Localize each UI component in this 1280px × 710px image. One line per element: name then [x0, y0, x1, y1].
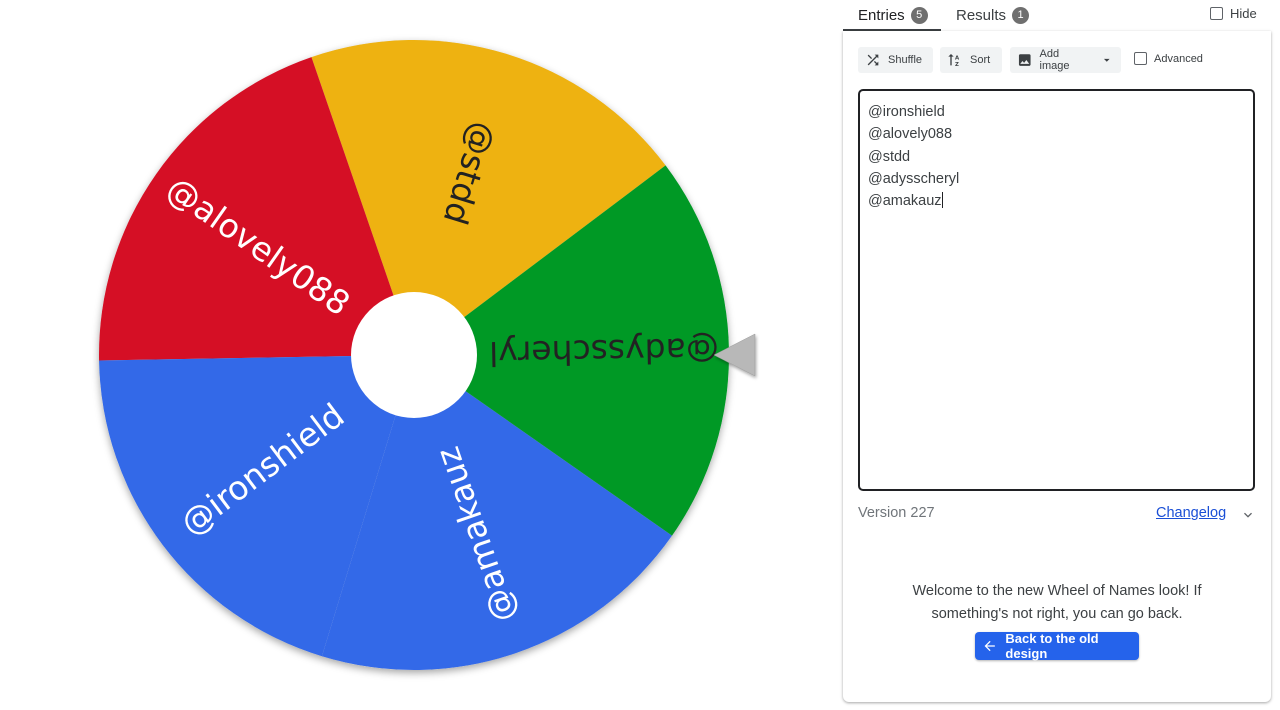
hide-checkbox[interactable]: Hide — [1210, 6, 1257, 21]
tab-results-count-badge: 1 — [1012, 6, 1030, 24]
entries-panel: Shuffle A Z Sort Add image Advanced @iro… — [843, 31, 1271, 702]
tab-entries[interactable]: Entries 5 — [858, 0, 928, 30]
shuffle-icon — [867, 54, 879, 66]
entry-line: @alovely088 — [868, 126, 953, 143]
caret-down-icon — [1104, 58, 1111, 62]
arrow-left-icon — [984, 640, 995, 652]
svg-text:Z: Z — [955, 62, 959, 68]
chevron-down-icon[interactable] — [1240, 507, 1256, 523]
sort-icon: A Z — [948, 54, 960, 68]
entries-textarea[interactable]: @ironshield @alovely088 @stdd @adysscher… — [858, 89, 1255, 491]
tab-bar: Entries 5 Results 1 — [843, 0, 1273, 32]
version-text: Version 227 — [858, 505, 935, 521]
add-image-label: Add image — [1039, 48, 1070, 72]
svg-text:A: A — [955, 55, 960, 61]
sort-label: Sort — [970, 54, 991, 66]
advanced-label: Advanced — [1154, 52, 1203, 65]
sort-button[interactable]: A Z Sort — [940, 47, 1002, 73]
entry-line: @adysscheryl — [868, 170, 960, 187]
wheel-area[interactable]: @stdd @alovely088 @ironshield @amakauz @adys… — [0, 0, 840, 710]
wheel-segment-label: @adysscheryl — [489, 330, 719, 373]
wheel-center-button[interactable] — [351, 292, 477, 418]
entry-line: @amakauz — [868, 193, 942, 210]
advanced-checkbox[interactable]: Advanced — [1134, 52, 1203, 65]
add-image-button[interactable]: Add image — [1010, 47, 1121, 73]
shuffle-label: Shuffle — [888, 54, 923, 66]
back-to-old-design-label: Back to the old design — [1005, 631, 1099, 661]
tab-entries-label: Entries — [858, 6, 905, 24]
advanced-checkbox-box[interactable] — [1134, 52, 1147, 65]
tab-results[interactable]: Results 1 — [956, 0, 1030, 30]
entry-line: @stdd — [868, 148, 911, 165]
hide-checkbox-box[interactable] — [1210, 7, 1223, 20]
wheel[interactable]: @stdd@alovely088@ironshield @amakauz@adys… — [0, 0, 840, 710]
image-icon — [1018, 54, 1031, 66]
entry-line: @ironshield — [868, 104, 945, 120]
shuffle-button[interactable]: Shuffle — [858, 47, 933, 73]
tab-results-label: Results — [956, 6, 1007, 24]
welcome-line-1: Welcome to the new Wheel of Names look! … — [912, 583, 1202, 599]
hide-label: Hide — [1230, 6, 1257, 21]
back-to-old-design-button[interactable]: Back to the old design — [975, 631, 1139, 661]
welcome-line-2: something's not right, you can go back. — [931, 605, 1183, 622]
text-caret — [941, 192, 943, 209]
tab-entries-count-badge: 5 — [910, 6, 928, 24]
welcome-message: Welcome to the new Wheel of Names look! … — [843, 580, 1271, 625]
changelog-link[interactable]: Changelog — [1156, 505, 1226, 521]
